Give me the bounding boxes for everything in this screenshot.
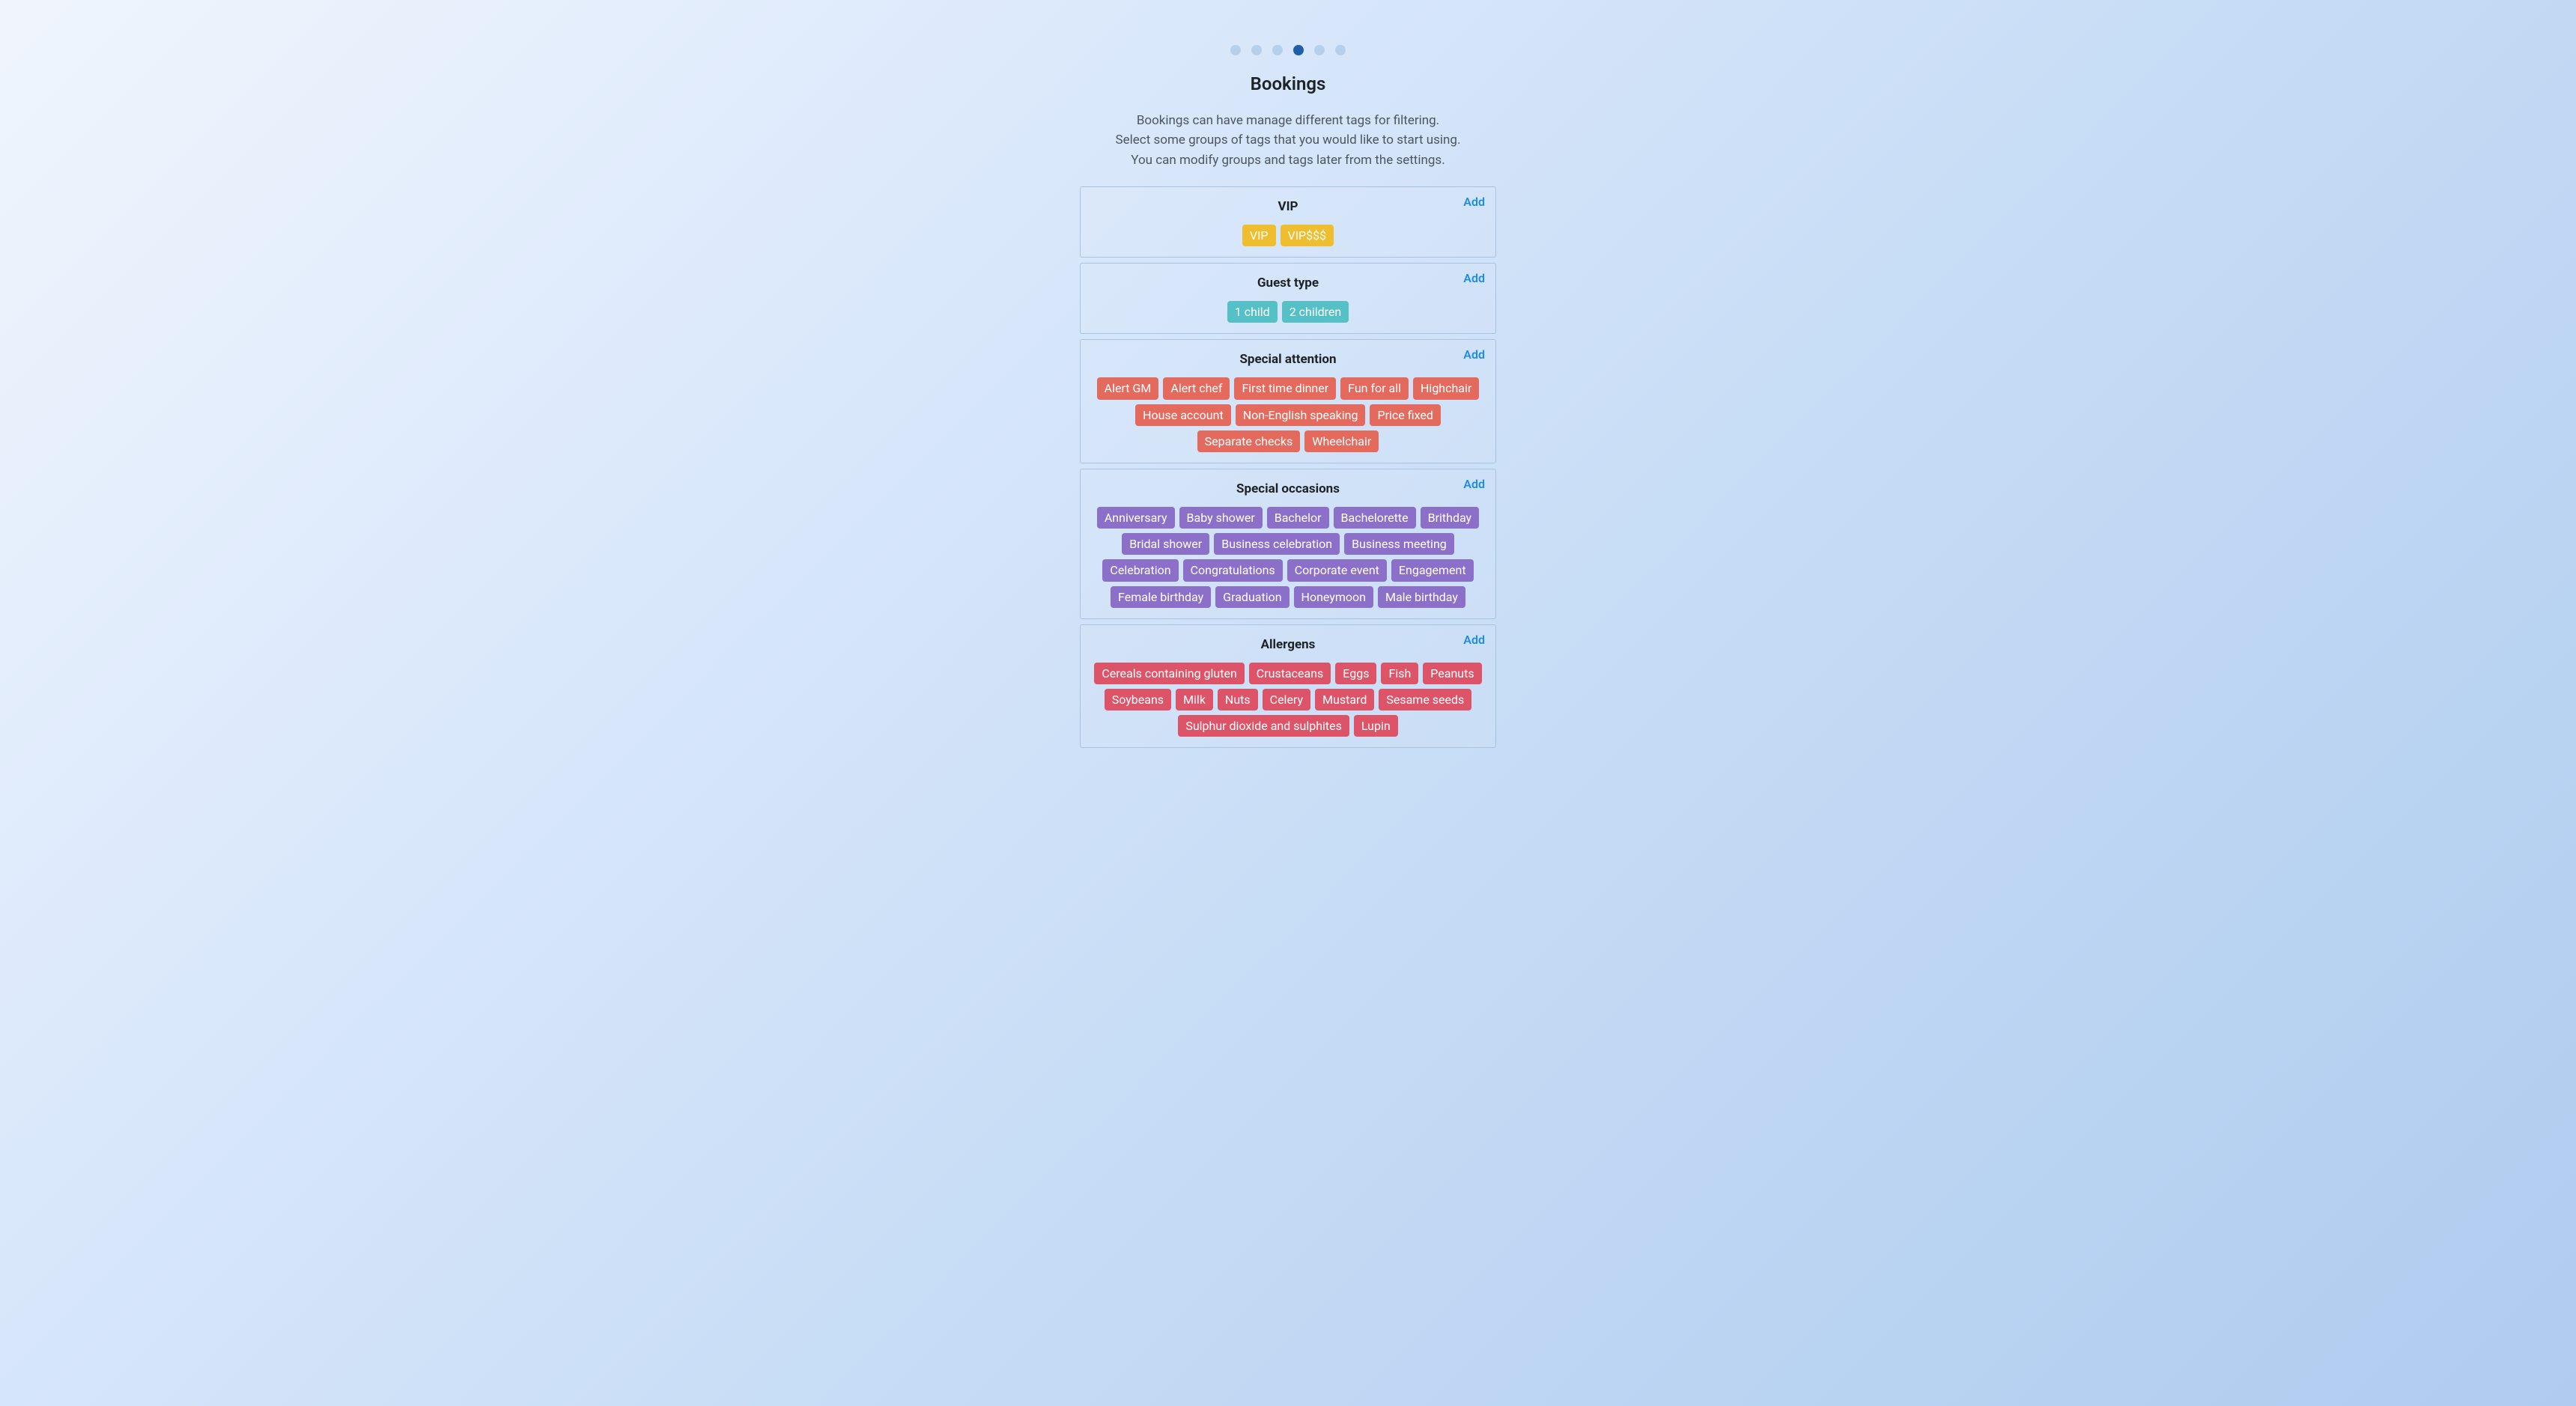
tag-chip[interactable]: Crustaceans [1249,663,1331,684]
step-dot-1[interactable] [1251,45,1262,55]
add-group-button[interactable]: Add [1463,347,1485,362]
tag-chip[interactable]: Corporate event [1287,559,1387,581]
page-description: Bookings can have manage different tags … [1116,111,1461,170]
tag-chip[interactable]: Engagement [1391,559,1474,581]
tag-chip[interactable]: Honeymoon [1294,586,1373,608]
tag-chip[interactable]: First time dinner [1234,377,1336,399]
tag-group-card: AddVIPVIPVIP$$$ [1080,186,1496,258]
tag-chip[interactable]: Cereals containing gluten [1094,663,1244,684]
tag-chip[interactable]: Soybeans [1105,689,1171,710]
tag-chip[interactable]: Peanuts [1423,663,1481,684]
tag-chip[interactable]: VIP [1242,225,1276,246]
tag-group-card: AddSpecial attention Alert GMAlert chefFi… [1080,339,1496,463]
tag-chip[interactable]: Male birthday [1378,586,1465,608]
step-dot-4[interactable] [1314,45,1325,55]
tag-chip[interactable]: Separate checks [1197,430,1301,452]
add-group-button[interactable]: Add [1463,195,1485,209]
wizard-container: Bookings Bookings can have manage differ… [731,0,1845,778]
description-line: Select some groups of tags that you woul… [1116,130,1461,150]
tag-list: Cereals containing glutenCrustaceansEggs… [1091,663,1485,737]
description-line: Bookings can have manage different tags … [1116,111,1461,130]
tag-chip[interactable]: Fun for all [1340,377,1409,399]
tag-list: 1 child2 children [1091,301,1485,323]
group-title: VIP [1091,199,1485,214]
add-group-button[interactable]: Add [1463,633,1485,647]
tag-chip[interactable]: Mustard [1315,689,1374,710]
step-dot-5[interactable] [1335,45,1346,55]
tag-chip[interactable]: Female birthday [1111,586,1211,608]
tag-chip[interactable]: Alert GM [1097,377,1159,399]
tag-chip[interactable]: Baby shower [1179,507,1263,529]
tag-chip[interactable]: Sesame seeds [1379,689,1471,710]
tag-chip[interactable]: Brithday [1421,507,1480,529]
tag-chip[interactable]: Celery [1263,689,1310,710]
add-group-button[interactable]: Add [1463,477,1485,491]
tag-chip[interactable]: VIP$$$ [1281,225,1334,246]
tag-chip[interactable]: Price fixed [1370,404,1440,426]
stepper [1230,45,1346,55]
tag-chip[interactable]: House account [1135,404,1231,426]
group-title: Special attention [1091,352,1485,367]
tag-chip[interactable]: Congratulations [1183,559,1283,581]
tag-chip[interactable]: Fish [1381,663,1418,684]
step-dot-0[interactable] [1230,45,1241,55]
tag-group-card: AddSpecial occasions AnniversaryBaby show… [1080,469,1496,619]
step-dot-2[interactable] [1272,45,1283,55]
tag-chip[interactable]: 2 children [1282,301,1349,323]
group-title: Special occasions [1091,481,1485,496]
add-group-button[interactable]: Add [1463,271,1485,285]
tag-chip[interactable]: Anniversary [1097,507,1175,529]
tag-chip[interactable]: Eggs [1335,663,1376,684]
tag-chip[interactable]: Non-English speaking [1236,404,1366,426]
tag-chip[interactable]: Bridal shower [1122,533,1209,555]
tag-list: Alert GMAlert chefFirst time dinnerFun f… [1091,377,1485,452]
tag-chip[interactable]: Wheelchair [1304,430,1379,452]
group-title: Guest type [1091,276,1485,290]
tag-chip[interactable]: Business meeting [1344,533,1454,555]
tag-chip[interactable]: Lupin [1354,715,1398,737]
tag-chip[interactable]: Sulphur dioxide and sulphites [1178,715,1349,737]
tag-chip[interactable]: Bachelor [1267,507,1329,529]
description-line: You can modify groups and tags later fro… [1116,150,1461,170]
tag-chip[interactable]: Milk [1176,689,1213,710]
group-title: Allergens [1091,637,1485,652]
step-dot-3[interactable] [1293,45,1304,55]
tag-chip[interactable]: Celebration [1102,559,1178,581]
tag-chip[interactable]: Business celebration [1214,533,1340,555]
tag-chip[interactable]: Nuts [1218,689,1258,710]
page-title: Bookings [1251,73,1326,94]
tag-groups: AddVIPVIPVIP$$$AddGuest type1 child2 chi… [1080,186,1496,748]
tag-chip[interactable]: Bachelorette [1334,507,1416,529]
tag-chip[interactable]: Graduation [1215,586,1289,608]
tag-group-card: AddAllergens Cereals containing glutenCru… [1080,624,1496,749]
tag-chip[interactable]: Alert chef [1163,377,1230,399]
tag-chip[interactable]: Highchair [1413,377,1479,399]
tag-list: VIPVIP$$$ [1091,225,1485,246]
tag-chip[interactable]: 1 child [1227,301,1278,323]
tag-list: AnniversaryBaby showerBachelorBacheloret… [1091,507,1485,608]
tag-group-card: AddGuest type 1 child2 children [1080,263,1496,334]
